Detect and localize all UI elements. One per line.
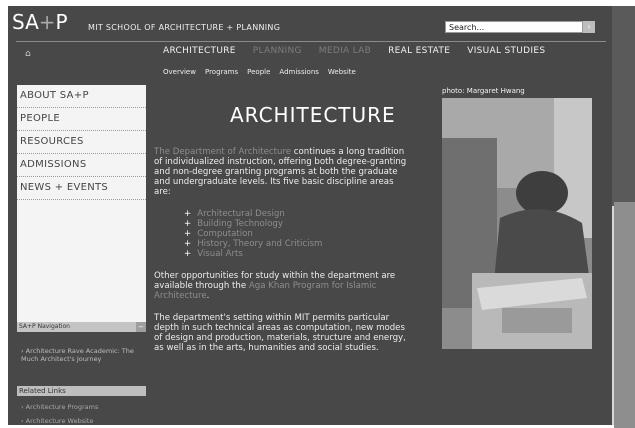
search-input[interactable]: Search... (445, 21, 583, 33)
subnav-website[interactable]: Website (328, 68, 356, 76)
main-nav: ARCHITECTURE PLANNING MEDIA LAB REAL EST… (163, 46, 562, 56)
discipline-list: + Architectural Design + Building Technolo… (154, 209, 408, 259)
sap-nav-link[interactable]: › Architecture Rave Academic: The Much A… (21, 347, 146, 363)
main-content: The Department of Architecture continues… (154, 147, 408, 365)
sub-nav: Overview Programs People Admissions Webs… (163, 68, 365, 76)
subnav-admissions[interactable]: Admissions (279, 68, 318, 76)
setting-paragraph: The department's setting within MIT perm… (154, 313, 406, 353)
related-links-bar: Related Links (17, 386, 146, 396)
left-nav: ABOUT SA+P PEOPLE RESOURCES ADMISSIONS N… (17, 85, 146, 322)
list-item: + Building Technology (184, 219, 283, 229)
search-button[interactable]: › (583, 21, 595, 33)
area-visual-arts[interactable]: Visual Arts (197, 249, 243, 259)
browser-edge (612, 6, 635, 428)
area-history-theory[interactable]: History, Theory and Criticism (197, 239, 322, 249)
feature-photo (442, 98, 592, 349)
logo[interactable]: SA+P (12, 10, 68, 34)
nav-architecture[interactable]: ARCHITECTURE (163, 46, 236, 56)
list-item: + Visual Arts (184, 249, 243, 259)
header-divider (16, 41, 606, 42)
subnav-people[interactable]: People (247, 68, 270, 76)
photo-caption: photo: Margaret Hwang (442, 87, 525, 95)
department-link[interactable]: The Department of Architecture (154, 147, 291, 157)
school-name: MIT SCHOOL OF ARCHITECTURE + PLANNING (88, 23, 281, 32)
collapse-icon[interactable]: − (136, 322, 146, 332)
left-nav-about[interactable]: ABOUT SA+P (17, 85, 146, 108)
opportunities-paragraph: Other opportunities for study within the… (154, 271, 396, 301)
subnav-programs[interactable]: Programs (205, 68, 238, 76)
left-nav-admissions[interactable]: ADMISSIONS (17, 154, 146, 177)
list-item: + Computation (184, 229, 253, 239)
left-nav-people[interactable]: PEOPLE (17, 108, 146, 131)
home-icon[interactable]: ⌂ (25, 49, 31, 59)
left-nav-resources[interactable]: RESOURCES (17, 131, 146, 154)
sap-navigation-label: SA+P Navigation (19, 323, 70, 330)
nav-visual-studies[interactable]: VISUAL STUDIES (467, 46, 545, 56)
nav-real-estate[interactable]: REAL ESTATE (388, 46, 450, 56)
list-item: + Architectural Design (184, 209, 285, 219)
sap-navigation-bar[interactable]: SA+P Navigation − (17, 322, 146, 332)
list-item: + History, Theory and Criticism (184, 239, 323, 249)
area-computation[interactable]: Computation (197, 229, 253, 239)
nav-media-lab[interactable]: MEDIA LAB (319, 46, 371, 56)
left-nav-news-events[interactable]: NEWS + EVENTS (17, 177, 146, 200)
related-link-2[interactable]: › Architecture Website (21, 417, 93, 425)
page-frame: SA+P MIT SCHOOL OF ARCHITECTURE + PLANNI… (8, 6, 612, 425)
area-architectural-design[interactable]: Architectural Design (197, 209, 285, 219)
area-building-technology[interactable]: Building Technology (197, 219, 283, 229)
page-title: ARCHITECTURE (230, 103, 396, 127)
intro-paragraph: The Department of Architecture continues… (154, 147, 407, 197)
nav-planning[interactable]: PLANNING (253, 46, 302, 56)
photo-image (442, 98, 592, 349)
related-link-1[interactable]: › Architecture Programs (21, 403, 98, 411)
subnav-overview[interactable]: Overview (163, 68, 196, 76)
